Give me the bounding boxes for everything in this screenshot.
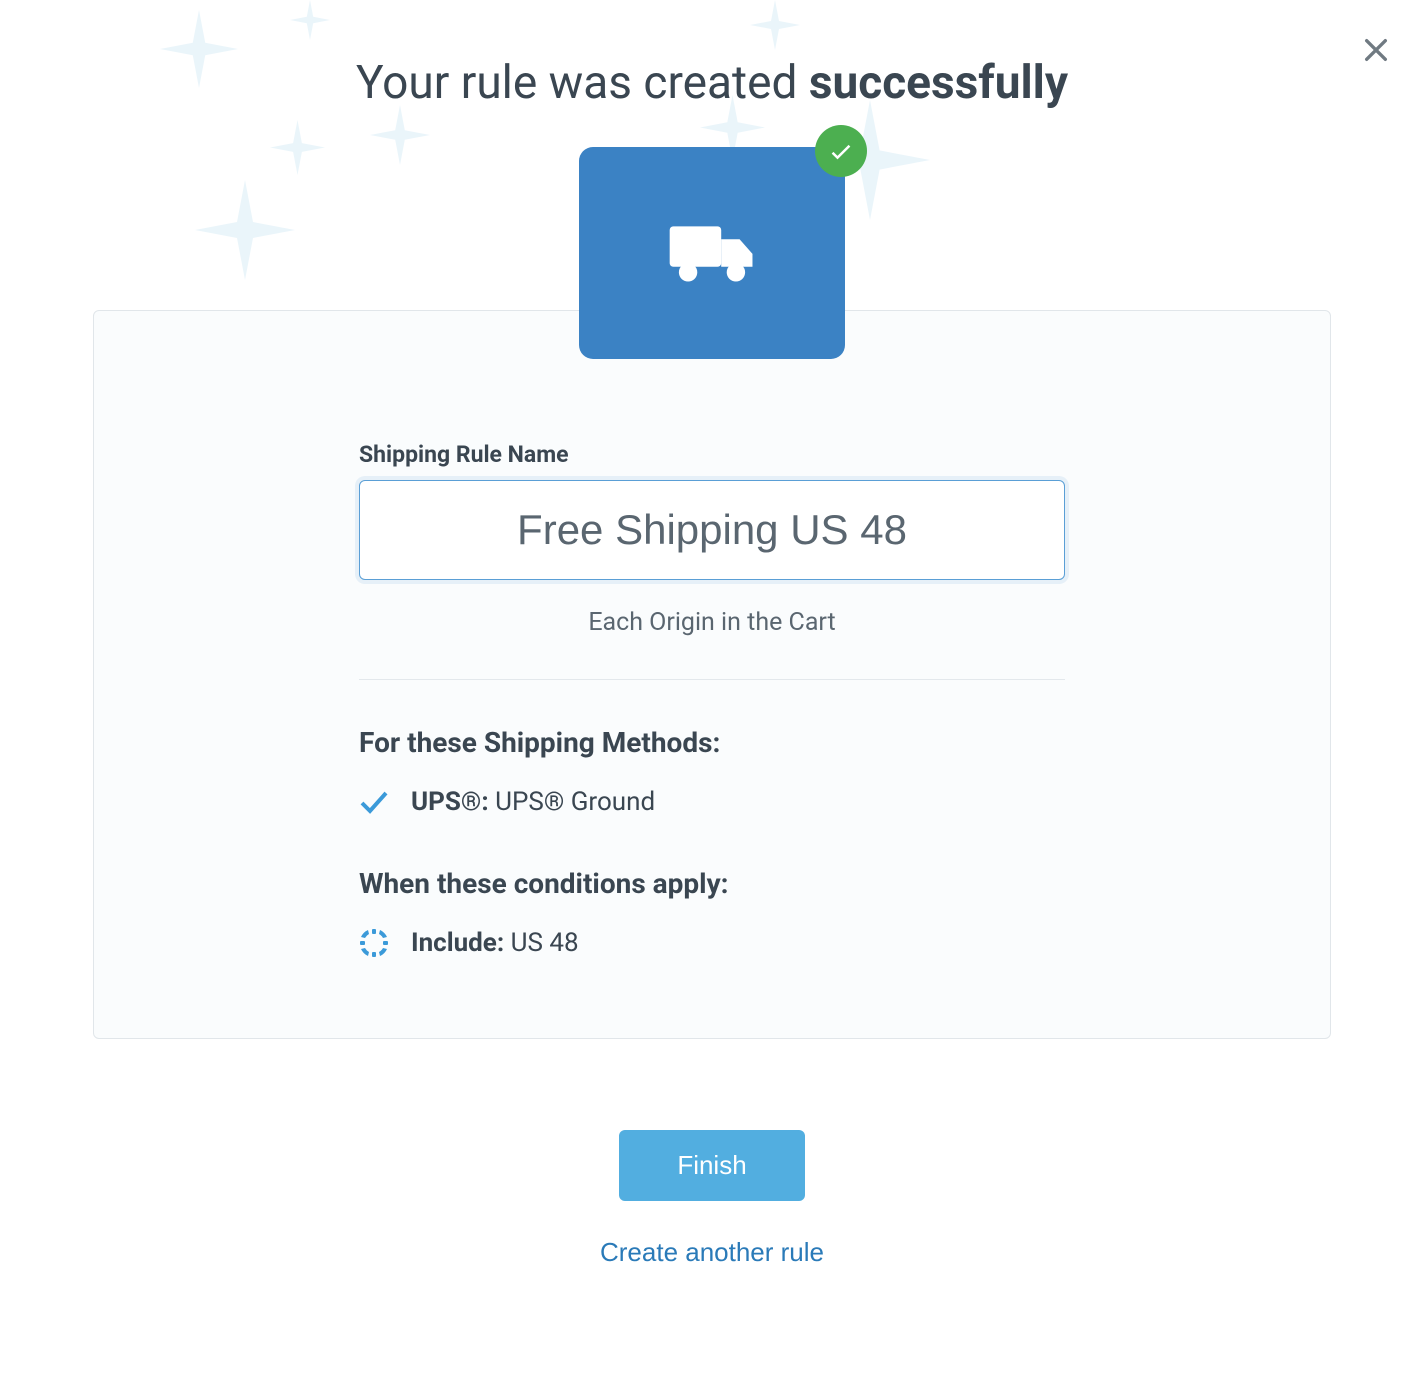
method-row: UPS®: UPS® Ground [359, 787, 1065, 817]
check-icon [827, 137, 855, 165]
heading-prefix: Your rule was created [356, 56, 809, 110]
bottom-actions: Finish Create another rule [0, 1130, 1424, 1268]
condition-value: US 48 [511, 928, 579, 958]
condition-label: Include: [411, 928, 504, 958]
method-carrier: UPS®: [411, 787, 489, 817]
rule-icon-tile [579, 147, 845, 359]
sparkle-icon [270, 120, 325, 175]
sparkle-icon [290, 0, 330, 40]
finish-button[interactable]: Finish [619, 1130, 804, 1201]
sparkle-icon [370, 105, 430, 165]
method-service: UPS® Ground [495, 787, 655, 817]
conditions-title: When these conditions apply: [359, 867, 1065, 900]
create-another-rule-link[interactable]: Create another rule [600, 1237, 824, 1268]
truck-icon [666, 218, 758, 288]
rule-name-input[interactable] [359, 480, 1065, 580]
heading-bold: successfully [809, 56, 1068, 110]
globe-icon [359, 928, 389, 958]
condition-row: Include: US 48 [359, 928, 1065, 958]
condition-text: Include: US 48 [411, 928, 579, 958]
methods-title: For these Shipping Methods: [359, 726, 1065, 759]
success-check-badge [815, 125, 867, 177]
checkmark-icon [359, 789, 389, 815]
rule-summary-card: Shipping Rule Name Each Origin in the Ca… [93, 310, 1331, 1039]
method-text: UPS®: UPS® Ground [411, 787, 655, 817]
divider [359, 679, 1065, 680]
sparkle-icon [750, 0, 800, 50]
origin-subtext: Each Origin in the Cart [359, 608, 1065, 679]
rule-name-label: Shipping Rule Name [359, 441, 1065, 468]
sparkle-icon [195, 180, 295, 280]
success-heading: Your rule was created successfully [0, 56, 1424, 110]
